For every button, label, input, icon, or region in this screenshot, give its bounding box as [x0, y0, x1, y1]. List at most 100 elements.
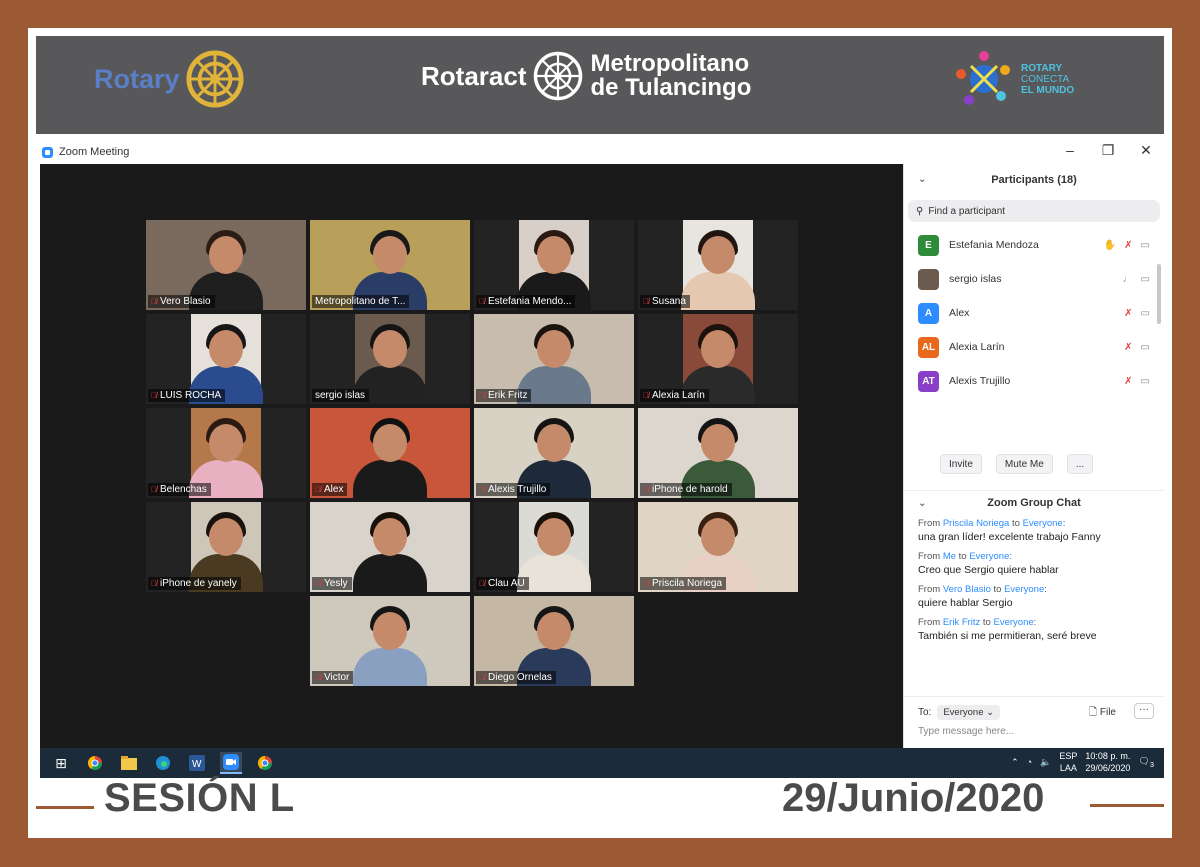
video-tile[interactable]: 🎙̸ Victor — [310, 596, 470, 686]
chrome-icon[interactable] — [84, 752, 106, 774]
video-tile[interactable]: 🎙̸ Alex — [310, 408, 470, 498]
chevron-down-icon[interactable]: ⌄ — [918, 498, 926, 509]
participant-row[interactable]: E Estefania Mendoza ✋ ✗ ▭ — [904, 228, 1164, 262]
mic-muted-icon: ✗ — [1124, 375, 1133, 387]
participant-name-tag: 🎙̸ Alex — [312, 483, 348, 496]
mic-muted-icon: 🎙̸ — [643, 485, 649, 494]
participant-name-tag: 🎙̸ Erik Fritz — [476, 389, 532, 402]
to-label: To: — [918, 707, 932, 718]
club-name-line1: Metropolitano — [590, 50, 750, 77]
video-tile[interactable]: 🎙̸ Alexia Larín — [638, 314, 798, 404]
participant-row[interactable]: A Alex ✗ ▭ — [904, 296, 1164, 330]
language-bottom: LAA — [1059, 763, 1077, 773]
chat-sender: Me — [942, 551, 957, 562]
video-tile[interactable]: 🎙̸ Clau AU — [474, 502, 634, 592]
zoom-taskbar-icon[interactable] — [220, 752, 242, 774]
chrome-icon-2[interactable] — [254, 752, 276, 774]
participant-row[interactable]: sergio islas ♩ ▭ — [904, 262, 1164, 296]
chat-message-text: También si me permitieran, seré breve — [918, 630, 1097, 642]
chat-message-header: From Me to Everyone: — [918, 551, 1013, 562]
windows-start-icon[interactable]: ⊞ — [50, 752, 72, 774]
participants-header: ⌄ Participants (18) — [904, 164, 1164, 196]
mic-muted-icon: 🎙̸ — [643, 297, 649, 306]
word-icon[interactable]: W — [186, 752, 208, 774]
video-tile[interactable]: 🎙̸ iPhone de yanely — [146, 502, 306, 592]
video-tile[interactable]: 🎙̸ iPhone de harold — [638, 408, 798, 498]
gallery-view: 🎙̸ Vero Blasio Metropolitano de T... 🎙̸ Este… — [40, 164, 903, 748]
clock[interactable]: 10:08 p. m. 29/06/2020 — [1085, 750, 1130, 774]
network-icon[interactable]: ◔ — [1027, 757, 1032, 767]
video-tile[interactable]: sergio islas — [310, 314, 470, 404]
mic-muted-icon: ✗ — [1124, 239, 1133, 251]
video-tile[interactable]: 🎙̸ Belenchas — [146, 408, 306, 498]
video-tile[interactable]: 🎙̸ Susana — [638, 220, 798, 310]
chat-recipient: Everyone — [1022, 518, 1063, 529]
participant-name: LUIS ROCHA — [160, 390, 222, 401]
participant-row[interactable]: AT Alexis Trujillo ✗ ▭ — [904, 364, 1164, 398]
file-button[interactable]: 🗋 File — [1089, 705, 1116, 722]
participant-name: Alex — [324, 484, 344, 495]
chat-more-button[interactable]: ··· — [1134, 703, 1154, 719]
chat-message: From Vero Blasio to Everyone: quiere habl… — [918, 584, 1158, 609]
video-camera-icon: ▭ — [1140, 307, 1150, 319]
video-tile[interactable]: 🎙̸ Diego Ornelas — [474, 596, 634, 686]
chat-sender: Vero Blasio — [942, 584, 991, 595]
minimize-button[interactable]: – — [1062, 142, 1078, 159]
mic-icon: ♩ — [1122, 273, 1133, 285]
file-explorer-icon[interactable] — [118, 752, 140, 774]
participant-name: Victor — [324, 672, 350, 683]
video-tile[interactable]: 🎙̸ Estefania Mendo... — [474, 220, 634, 310]
chat-to-word: to — [1011, 518, 1020, 529]
photo-frame: Rotary Rotaract Metropolitano de Tulanci… — [28, 28, 1172, 838]
recipient-select[interactable]: Everyone ⌄ — [937, 705, 1001, 720]
volume-icon[interactable]: 🔈 — [1040, 757, 1051, 768]
chat-from-word: From — [918, 584, 941, 595]
participant-name: Estefania Mendo... — [488, 296, 572, 307]
rotaract-wheel-icon — [534, 51, 583, 101]
participant-scrollbar[interactable] — [1157, 264, 1161, 324]
participants-more-button[interactable]: ... — [1066, 454, 1094, 474]
participant-name: Erik Fritz — [488, 390, 528, 401]
video-tile[interactable]: 🎙̸ Priscila Noriega — [638, 502, 798, 592]
video-tile[interactable]: 🎙̸ LUIS ROCHA — [146, 314, 306, 404]
chat-from-word: From — [918, 518, 941, 529]
chevron-up-icon[interactable]: ⌃ — [1011, 757, 1019, 768]
mic-muted-icon: 🎙̸ — [315, 673, 321, 682]
mic-muted-icon: 🎙̸ — [315, 485, 321, 494]
mute-me-button[interactable]: Mute Me — [995, 454, 1053, 474]
mic-muted-icon: ✗ — [1124, 307, 1133, 319]
participant-row[interactable]: AL Alexia Larín ✗ ▭ — [904, 330, 1164, 364]
zoom-app-icon — [42, 146, 53, 158]
chat-message-header: From Erik Fritz to Everyone: — [918, 617, 1037, 628]
video-tile[interactable]: 🎙̸ Alexis Trujillo — [474, 408, 634, 498]
notification-icon[interactable]: 🗨3 — [1138, 756, 1154, 769]
club-name: Metropolitano de Tulancingo — [590, 52, 751, 100]
chat-sender: Erik Fritz — [942, 617, 981, 628]
video-tile[interactable]: Metropolitano de T... — [310, 220, 470, 310]
chat-header: ⌄ Zoom Group Chat — [904, 490, 1164, 514]
edge-icon[interactable] — [152, 752, 174, 774]
close-button[interactable]: ✕ — [1138, 142, 1154, 159]
invite-button[interactable]: Invite — [940, 454, 982, 474]
video-tile[interactable]: 🎙̸ Yesly — [310, 502, 470, 592]
video-camera-icon: ▭ — [1140, 341, 1150, 353]
mic-muted-icon: ✗ — [1124, 341, 1133, 353]
chevron-down-icon[interactable]: ⌄ — [918, 174, 926, 185]
chat-message-input[interactable]: Type message here... — [904, 720, 1164, 743]
participant-name-tag: 🎙̸ Clau AU — [476, 577, 529, 590]
chat-to-word: to — [982, 617, 991, 628]
participant-name-tag: 🎙̸ Estefania Mendo... — [476, 295, 576, 308]
rotary-wordmark: Rotary — [94, 63, 180, 94]
maximize-button[interactable]: ❐ — [1100, 142, 1116, 159]
participant-name-tag: 🎙̸ Alexis Trujillo — [476, 483, 551, 496]
video-tile[interactable]: 🎙̸ Vero Blasio — [146, 220, 306, 310]
participant-name-tag: 🎙̸ iPhone de yanely — [148, 577, 241, 590]
participant-search-input[interactable]: ⚲ Find a participant — [908, 200, 1160, 222]
participant-name-tag: 🎙̸ Yesly — [312, 577, 352, 590]
mic-muted-icon: 🎙̸ — [151, 579, 157, 588]
participant-name-tag: 🎙̸ Belenchas — [148, 483, 211, 496]
video-tile[interactable]: 🎙̸ Erik Fritz — [474, 314, 634, 404]
participant-name: Alexis Trujillo — [488, 484, 547, 495]
language-indicator[interactable]: ESP LAA — [1059, 750, 1077, 774]
participant-video — [517, 502, 591, 592]
